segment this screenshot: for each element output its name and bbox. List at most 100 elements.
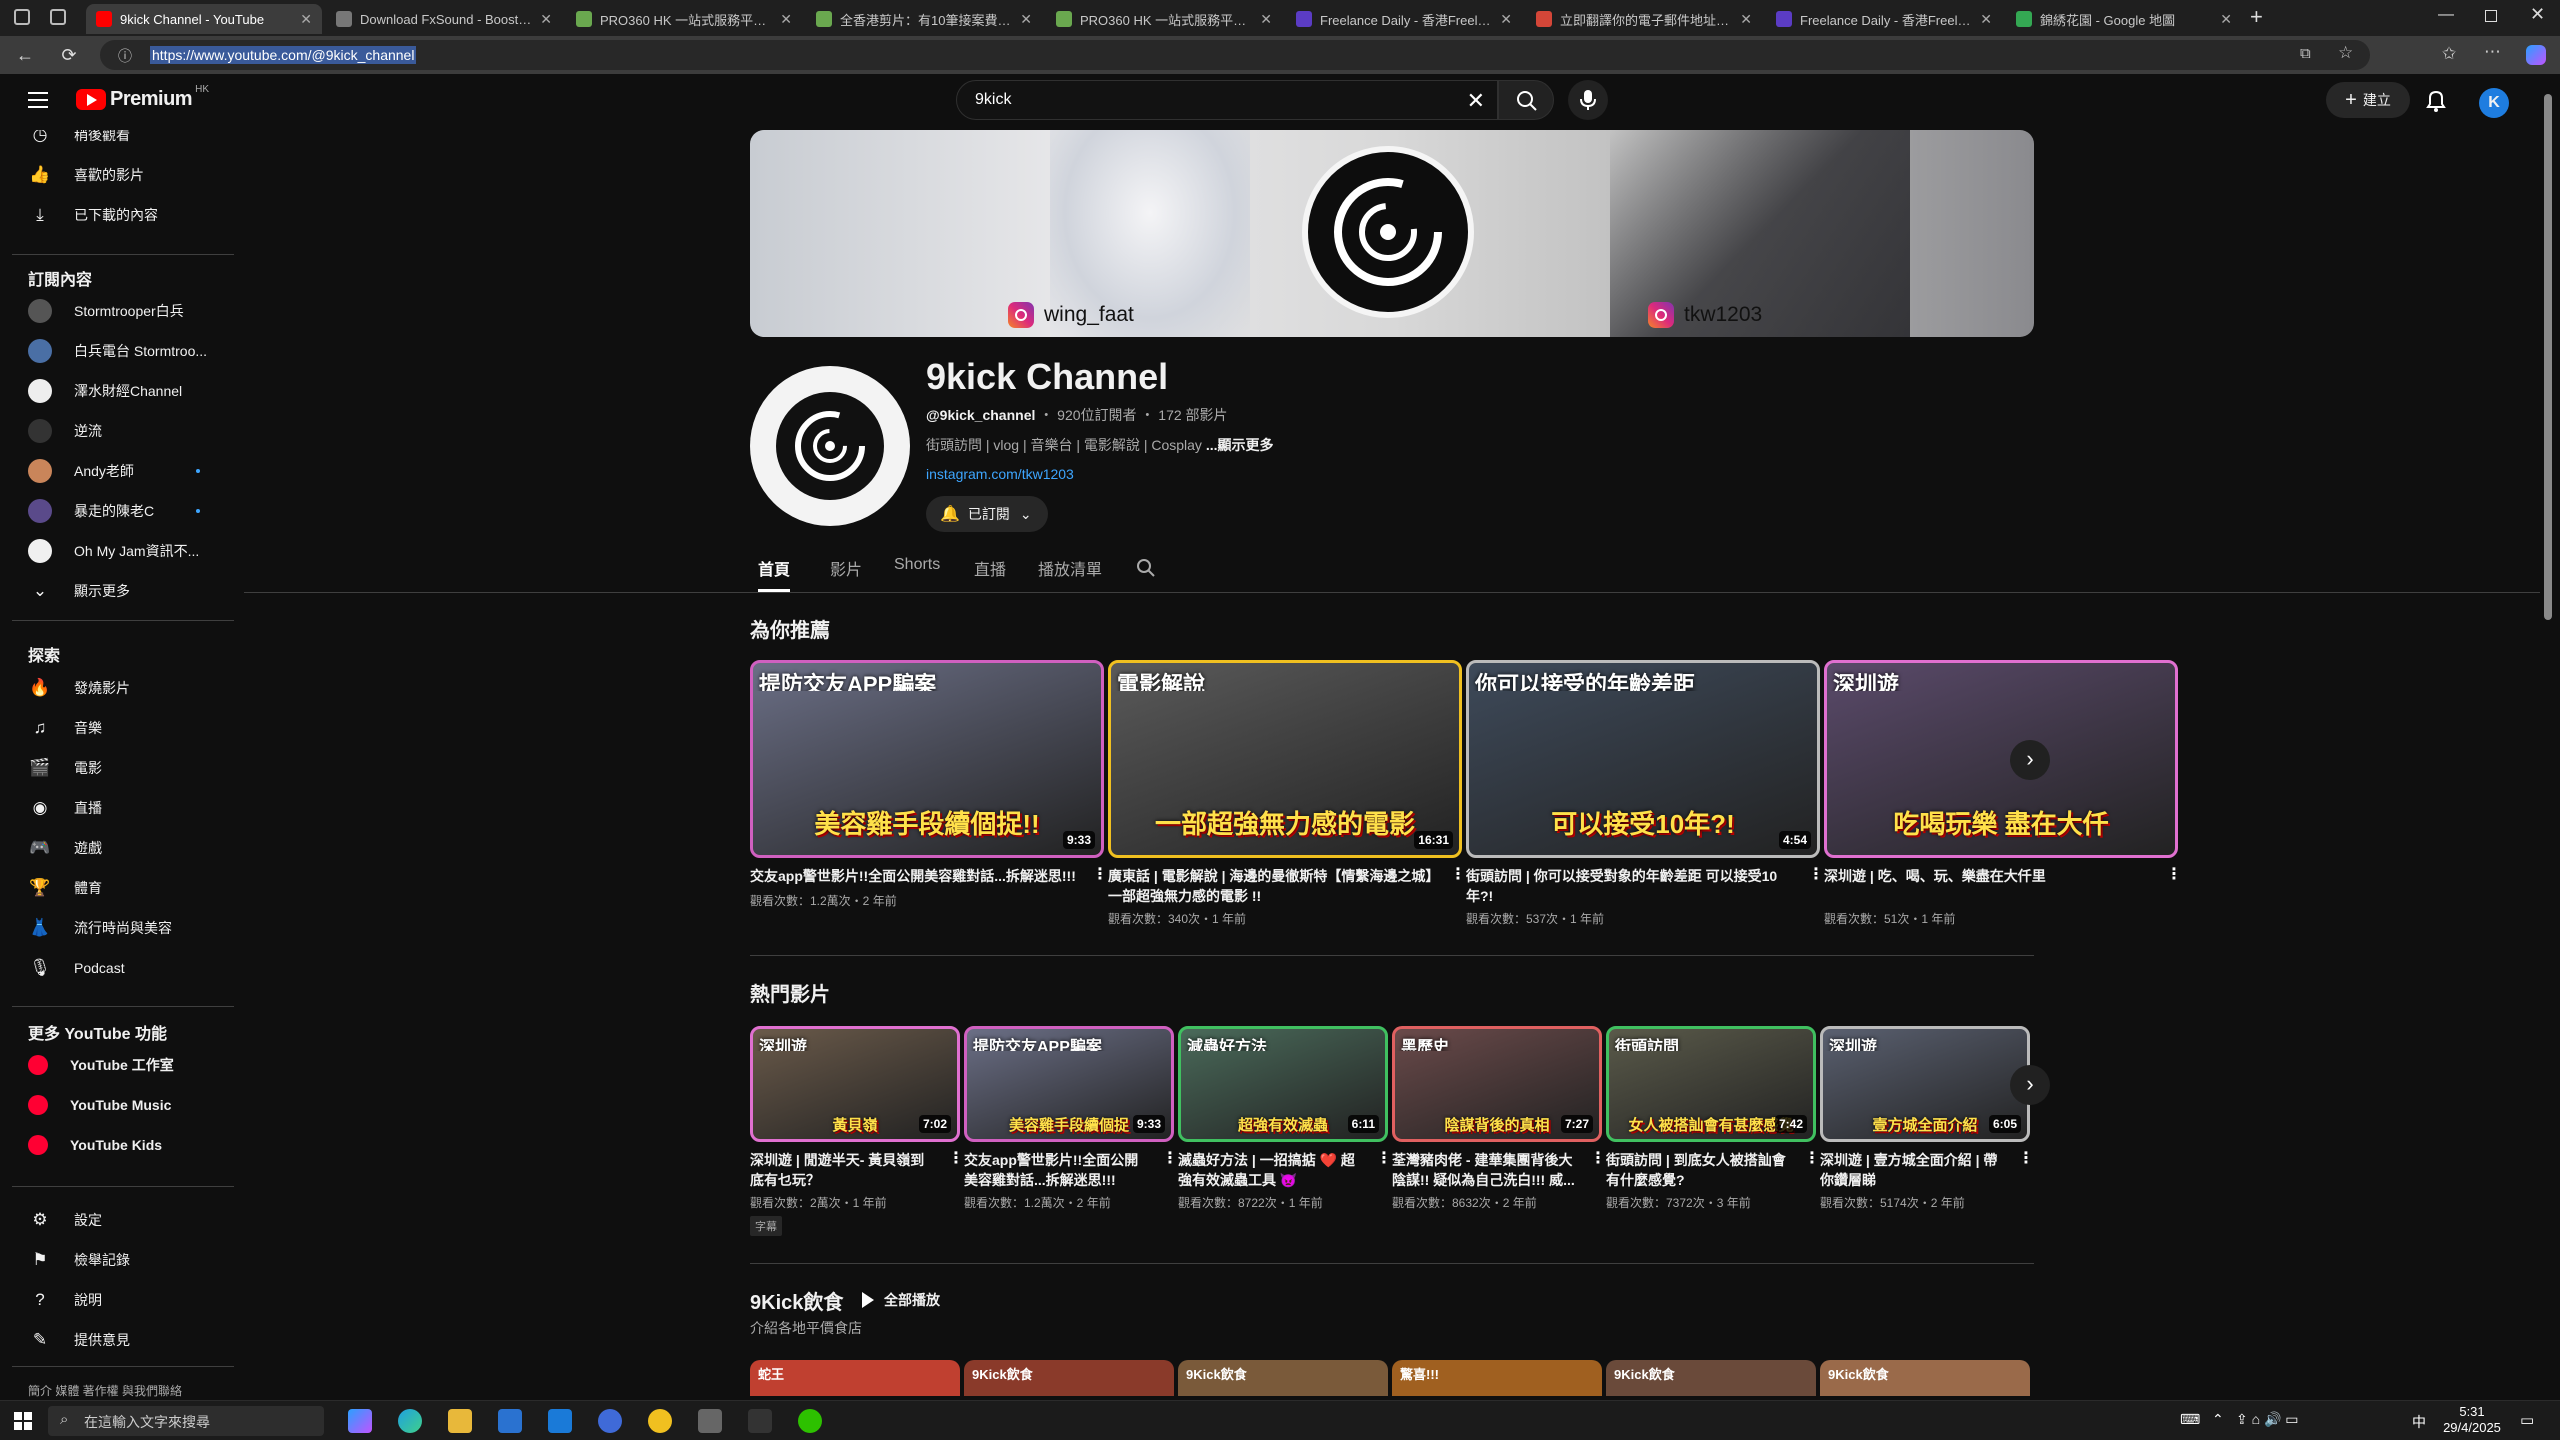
tab-close-icon[interactable]: ✕ — [1500, 11, 1512, 28]
playlist-thumbnail[interactable]: 9Kick飲食 — [964, 1360, 1174, 1396]
site-info-icon[interactable]: ⓘ — [118, 46, 132, 66]
sidebar-subscription[interactable]: Andy老師 — [12, 452, 234, 490]
file-explorer-icon[interactable] — [448, 1409, 472, 1433]
notification-center-icon[interactable]: ▭ — [2520, 1411, 2534, 1429]
store-icon[interactable] — [498, 1409, 522, 1433]
channel-tab[interactable]: 直播 — [974, 556, 1006, 592]
video-card[interactable]: 深圳遊 吃喝玩樂 盡在大仟 深圳遊 | 吃、喝、玩、樂盡在大仟里 ⋮ 觀看次數：51次・… — [1824, 660, 2182, 948]
hamburger-menu-icon[interactable] — [28, 92, 48, 108]
video-thumbnail[interactable]: 深圳遊 壹方城全面介紹 6:05 — [1820, 1026, 2030, 1142]
more-actions-icon[interactable]: ⋮ — [1590, 1148, 1606, 1168]
subscribed-button[interactable]: 🔔 已訂閱 ⌄ — [926, 496, 1048, 532]
channel-link[interactable]: instagram.com/tkw1203 — [926, 466, 1074, 482]
video-card[interactable]: 電影解說 一部超強無力感的電影 16:31 廣東話 | 電影解說 | 海邊的曼徹斯特【… — [1108, 660, 1466, 948]
video-card[interactable]: 深圳遊 壹方城全面介紹 6:05 深圳遊 | 壹方城全面介紹 | 帶你鑽層睇 ⋮ 觀看次數… — [1820, 1026, 2034, 1232]
sidebar-explore-item[interactable]: 🎙 Podcast — [12, 949, 234, 987]
search-input[interactable] — [973, 90, 1413, 110]
video-title[interactable]: 深圳遊 | 閒遊半天- 黃貝嶺到底有乜玩？ — [750, 1150, 936, 1190]
sidebar-explore-item[interactable]: 🎬 電影 — [12, 749, 234, 787]
tab-close-icon[interactable]: ✕ — [780, 11, 792, 28]
channel-tab[interactable]: 影片 — [830, 556, 862, 592]
notifications-bell-icon[interactable] — [2424, 88, 2448, 114]
start-button[interactable] — [14, 1412, 32, 1430]
copilot-taskbar-icon[interactable] — [348, 1409, 372, 1433]
video-title[interactable]: 荃灣豬肉佬 - 建華集團背後大陰謀!! 疑似為自己洗白!!! 威... — [1392, 1150, 1578, 1190]
tab-close-icon[interactable]: ✕ — [1260, 11, 1272, 28]
account-avatar[interactable]: K — [2479, 88, 2509, 118]
popular-next-button[interactable]: › — [2010, 1065, 2050, 1105]
browser-tab[interactable]: Freelance Daily - 香港Freelance自 ✕ — [1766, 4, 2002, 34]
search-button[interactable] — [1498, 80, 1554, 120]
youtube-premium-logo[interactable]: Premium HK — [76, 84, 209, 111]
channel-tab[interactable]: Shorts — [894, 556, 940, 592]
url-text[interactable]: https://www.youtube.com/@9kick_channel — [150, 46, 417, 64]
sidebar-explore-item[interactable]: 🎮 遊戲 — [12, 829, 234, 867]
browser-tab[interactable]: Download FxSound - Boost Your ✕ — [326, 4, 562, 34]
sidebar-explore-item[interactable]: 🏆 體育 — [12, 869, 234, 907]
play-all-button[interactable]: 全部播放 — [862, 1290, 940, 1310]
sidebar-subscription[interactable]: Stormtrooper白兵 — [12, 292, 234, 330]
video-title[interactable]: 交友app警世影片!!全面公開美容雞對話...拆解迷思!!! — [750, 866, 1080, 886]
video-card[interactable]: 減蟲好方法 超強有效滅蟲 6:11 滅蟲好方法 | 一招搞掂 ❤️ 超強有效滅蟲工具 … — [1178, 1026, 1392, 1232]
tab-close-icon[interactable]: ✕ — [540, 11, 552, 28]
tab-close-icon[interactable]: ✕ — [1980, 11, 1992, 28]
reload-button[interactable]: ⟳ — [58, 44, 80, 66]
sidebar-subscription[interactable]: 逆流 — [12, 412, 234, 450]
video-card[interactable]: 街頭訪問 女人被搭訕會有甚麼感覺 7:42 街頭訪問 | 到底女人被搭訕會有什麼感覺?… — [1606, 1026, 1820, 1232]
playlist-thumbnail[interactable]: 9Kick飲食 — [1606, 1360, 1816, 1396]
sidebar-more-item[interactable]: YouTube 工作室 — [12, 1046, 234, 1084]
video-thumbnail[interactable]: 提防交友APP騙案 美容雞手段續個捉 9:33 — [964, 1026, 1174, 1142]
address-bar[interactable]: ⓘ https://www.youtube.com/@9kick_channel… — [100, 40, 2370, 70]
video-thumbnail[interactable]: 深圳遊 吃喝玩樂 盡在大仟 — [1824, 660, 2178, 858]
tab-list-icon[interactable] — [50, 9, 66, 25]
browser-tab[interactable]: PRO360 HK 一站式服務平台 - 找到 ✕ — [566, 4, 802, 34]
taskbar-search[interactable]: ⌕ 在這輸入文字來搜尋 — [48, 1406, 324, 1436]
playlist-thumbnail[interactable]: 9Kick飲食 — [1820, 1360, 2030, 1396]
sidebar-subscription[interactable]: 白兵電台 Stormtroo... — [12, 332, 234, 370]
browser-tab[interactable]: 全香港剪片：有10筆接案費購工作 ✕ — [806, 4, 1042, 34]
copilot-icon[interactable] — [2526, 45, 2546, 65]
channel-search-icon[interactable] — [1136, 558, 1156, 578]
close-window-button[interactable]: ✕ — [2530, 4, 2545, 25]
video-thumbnail[interactable]: 提防交友APP騙案 美容雞手段續個捉!! 9:33 — [750, 660, 1104, 858]
sidebar-settings-item[interactable]: ⚑ 檢舉記錄 — [12, 1241, 234, 1279]
sidebar-subscription[interactable]: 暴走的陳老C — [12, 492, 234, 530]
channel-tab[interactable]: 首頁 — [758, 556, 791, 592]
video-title[interactable]: 街頭訪問 | 你可以接受對象的年齡差距 可以接受10年?! — [1466, 866, 1796, 906]
video-thumbnail[interactable]: 電影解說 一部超強無力感的電影 16:31 — [1108, 660, 1462, 858]
favorites-icon[interactable]: ✩ — [2442, 44, 2456, 64]
video-title[interactable]: 深圳遊 | 吃、喝、玩、樂盡在大仟里 — [1824, 866, 2154, 886]
more-actions-icon[interactable]: ⋮ — [1804, 1148, 1820, 1168]
voice-search-button[interactable] — [1568, 80, 1608, 120]
new-tab-button[interactable]: + — [2250, 4, 2263, 30]
tab-close-icon[interactable]: ✕ — [1020, 11, 1032, 28]
video-thumbnail[interactable]: 街頭訪問 女人被搭訕會有甚麼感覺 7:42 — [1606, 1026, 1816, 1142]
app-icon[interactable] — [648, 1409, 672, 1433]
sidebar-item[interactable]: ⤓ 已下載的內容 — [12, 196, 234, 234]
sidebar-subscription[interactable]: 澤水財經Channel — [12, 372, 234, 410]
video-card[interactable]: 黑歷史 陰謀背後的真相 7:27 荃灣豬肉佬 - 建華集團背後大陰謀!! 疑似為自己洗… — [1392, 1026, 1606, 1232]
video-card[interactable]: 深圳遊 黃貝嶺 7:02 深圳遊 | 閒遊半天- 黃貝嶺到底有乜玩？ ⋮ 觀看次數：2萬次… — [750, 1026, 964, 1236]
create-button[interactable]: + 建立 — [2326, 82, 2410, 118]
playlist-thumbnail[interactable]: 9Kick飲食 — [1178, 1360, 1388, 1396]
playlist-heading[interactable]: 9Kick飲食 — [750, 1286, 843, 1315]
more-actions-icon[interactable]: ⋮ — [948, 1148, 964, 1168]
minimize-button[interactable]: — — [2438, 6, 2454, 24]
sidebar-explore-item[interactable]: ♫ 音樂 — [12, 709, 234, 747]
browser-tab[interactable]: PRO360 HK 一站式服務平台 - 找到 ✕ — [1046, 4, 1282, 34]
search-box[interactable]: ✕ — [956, 80, 1498, 120]
ime-indicator[interactable]: 中 — [2412, 1412, 2426, 1432]
video-title[interactable]: 街頭訪問 | 到底女人被搭訕會有什麼感覺? — [1606, 1150, 1792, 1190]
task-manager-icon[interactable] — [748, 1409, 772, 1433]
scrollbar-thumb[interactable] — [2544, 94, 2552, 620]
show-more-link[interactable]: ...顯示更多 — [1206, 437, 1274, 453]
sidebar-item[interactable]: 👍 喜歡的影片 — [12, 156, 234, 194]
mail-icon[interactable] — [548, 1409, 572, 1433]
playlist-thumbnail[interactable]: 蛇王 — [750, 1360, 960, 1396]
edge-taskbar-icon[interactable] — [398, 1409, 422, 1433]
sidebar-settings-item[interactable]: ⚙ 設定 — [12, 1201, 234, 1239]
settings-taskbar-icon[interactable] — [698, 1409, 722, 1433]
video-card[interactable]: 提防交友APP騙案 美容雞手段續個捉!! 9:33 交友app警世影片!!全面公開美容… — [750, 660, 1108, 948]
sidebar-explore-item[interactable]: ◉ 直播 — [12, 789, 234, 827]
channel-tab[interactable]: 播放清單 — [1038, 556, 1102, 592]
